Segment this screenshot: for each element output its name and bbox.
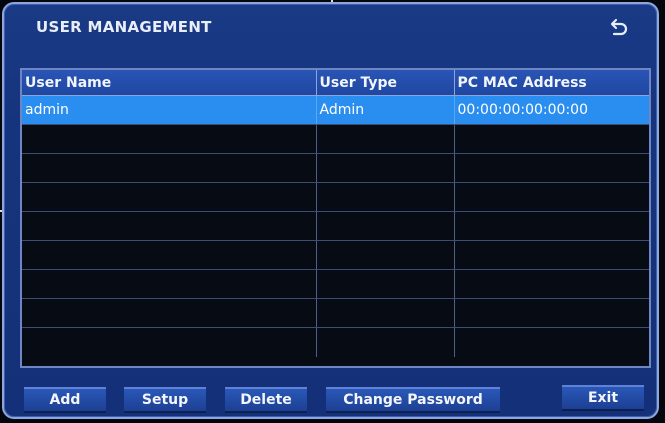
cell-mac-address: [454, 182, 649, 212]
cell-mac-address: [454, 124, 649, 154]
user-table-frame: User Name User Type PC MAC Address admin…: [20, 68, 651, 368]
column-header-user-type[interactable]: User Type: [316, 70, 455, 96]
cell-user-name: [22, 153, 317, 183]
undo-arrow-icon[interactable]: [606, 16, 630, 40]
title-bar: USER MANAGEMENT: [4, 4, 657, 48]
cell-user-type: Admin: [316, 95, 455, 125]
exit-button[interactable]: Exit: [562, 385, 644, 411]
change-password-button[interactable]: Change Password: [326, 387, 500, 413]
cell-mac-address: [454, 269, 649, 299]
setup-button[interactable]: Setup: [124, 387, 206, 413]
table-row[interactable]: admin Admin 00:00:00:00:00:00: [22, 95, 649, 125]
user-management-dialog: USER MANAGEMENT User Name User Type PC M…: [2, 2, 659, 419]
cell-mac-address: [454, 298, 649, 328]
cell-user-name: [22, 298, 317, 328]
table-row[interactable]: [22, 124, 649, 154]
column-header-user-name[interactable]: User Name: [22, 70, 317, 96]
cell-user-name: admin: [22, 95, 317, 125]
cell-user-type: [316, 298, 455, 328]
column-header-pc-mac-address[interactable]: PC MAC Address: [454, 70, 649, 96]
cell-user-name: [22, 269, 317, 299]
cell-user-type: [316, 211, 455, 241]
table-row[interactable]: [22, 327, 649, 357]
cell-user-name: [22, 327, 317, 357]
cell-user-name: [22, 182, 317, 212]
table-header-row: User Name User Type PC MAC Address: [22, 70, 649, 96]
cell-mac-address: [454, 153, 649, 183]
cell-user-type: [316, 269, 455, 299]
cell-user-type: [316, 153, 455, 183]
dialog-title: USER MANAGEMENT: [36, 18, 212, 36]
cell-user-type: [316, 327, 455, 357]
cell-user-type: [316, 124, 455, 154]
table-row[interactable]: [22, 211, 649, 241]
cell-mac-address: [454, 240, 649, 270]
cell-user-type: [316, 240, 455, 270]
table-row[interactable]: [22, 153, 649, 183]
cell-mac-address: [454, 328, 649, 357]
table-row[interactable]: [22, 298, 649, 328]
cell-user-name: [22, 240, 317, 270]
cell-user-name: [22, 211, 317, 241]
user-table: User Name User Type PC MAC Address admin…: [22, 70, 649, 357]
cell-user-name: [22, 124, 317, 154]
table-row[interactable]: [22, 182, 649, 212]
cell-mac-address: [454, 211, 649, 241]
table-row[interactable]: [22, 269, 649, 299]
cell-user-type: [316, 182, 455, 212]
delete-button[interactable]: Delete: [225, 387, 307, 413]
table-row[interactable]: [22, 240, 649, 270]
add-button[interactable]: Add: [24, 387, 106, 413]
cell-mac-address: 00:00:00:00:00:00: [454, 95, 649, 125]
